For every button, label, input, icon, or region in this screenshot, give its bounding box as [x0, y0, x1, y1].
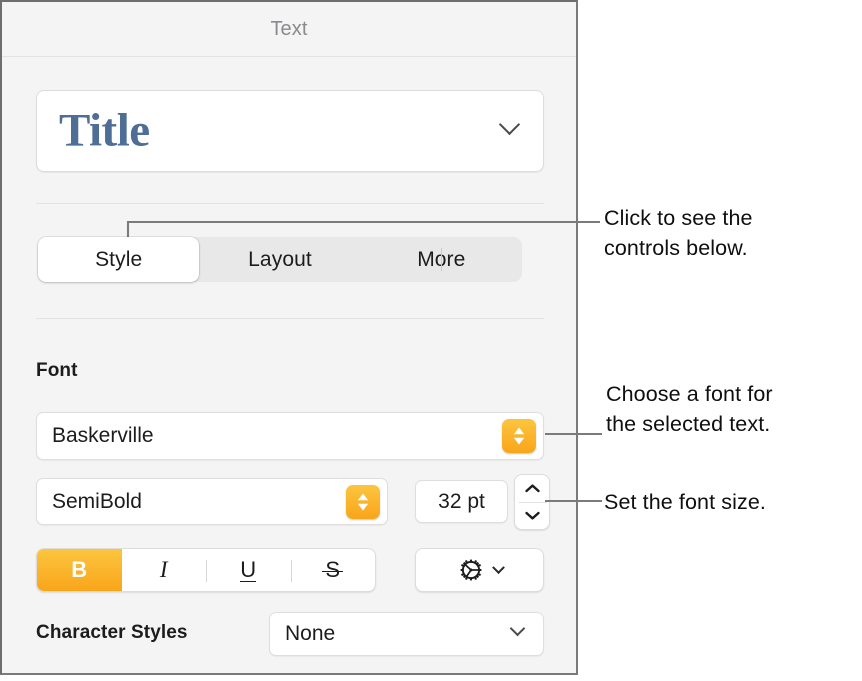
font-typeface-popup-button[interactable]: SemiBold [36, 478, 388, 525]
chevron-down-icon [512, 621, 523, 639]
underline-glyph: U [240, 558, 256, 582]
tab-style[interactable]: Style [38, 237, 199, 282]
font-size-stepper[interactable] [514, 474, 550, 530]
divider-top [36, 203, 544, 204]
character-styles-popup-button[interactable]: None [269, 612, 544, 656]
text-format-inspector-panel: Text Title Style Layout More Font Ba [0, 0, 578, 675]
format-separator [291, 560, 292, 582]
tab-separator [441, 248, 442, 271]
italic-glyph: I [160, 557, 168, 583]
strikethrough-glyph: S [325, 557, 340, 583]
bold-glyph: B [71, 557, 87, 583]
callout-font-family: Choose a font for the selected text. [606, 379, 773, 439]
panel-title: Text [2, 18, 576, 41]
character-styles-label: Character Styles [36, 622, 188, 644]
italic-button[interactable]: I [122, 549, 207, 591]
tab-more[interactable]: More [361, 237, 522, 282]
font-size-decrement-button[interactable] [515, 502, 549, 529]
inspector-tab-group[interactable]: Style Layout More [38, 237, 522, 282]
tab-layout-label: Layout [248, 248, 312, 272]
font-format-button-group[interactable]: B I U S [36, 548, 376, 592]
font-family-popup-button[interactable]: Baskerville [36, 412, 544, 460]
tab-layout[interactable]: Layout [199, 237, 360, 282]
format-separator [206, 560, 207, 582]
callout-font-size: Set the font size. [604, 487, 766, 517]
chevron-down-icon [524, 510, 541, 521]
underline-button[interactable]: U [206, 549, 291, 591]
font-typeface-value: SemiBold [52, 490, 142, 514]
gear-icon [457, 556, 485, 584]
character-styles-value: None [285, 622, 335, 646]
font-family-stepper-icon[interactable] [502, 419, 536, 453]
strikethrough-button[interactable]: S [291, 549, 376, 591]
bold-button[interactable]: B [37, 549, 122, 591]
paragraph-style-popup-button[interactable]: Title [36, 90, 544, 172]
chevron-up-icon [524, 483, 541, 494]
font-size-value: 32 pt [416, 490, 507, 514]
font-size-increment-button[interactable] [515, 475, 549, 502]
font-size-input[interactable]: 32 pt [415, 480, 508, 523]
tab-style-label: Style [95, 248, 142, 272]
chevron-down-icon [492, 561, 505, 574]
chevron-down-icon [502, 117, 517, 137]
paragraph-style-value: Title [59, 108, 150, 155]
callout-tabs: Click to see the controls below. [604, 203, 753, 263]
divider-bottom [36, 318, 544, 319]
screenshot-root: Text Title Style Layout More Font Ba [0, 0, 862, 681]
font-typeface-stepper-icon[interactable] [346, 485, 380, 519]
font-options-button[interactable] [415, 548, 544, 592]
panel-header: Text [2, 2, 576, 57]
font-section-label: Font [36, 360, 78, 382]
font-family-value: Baskerville [52, 424, 154, 448]
